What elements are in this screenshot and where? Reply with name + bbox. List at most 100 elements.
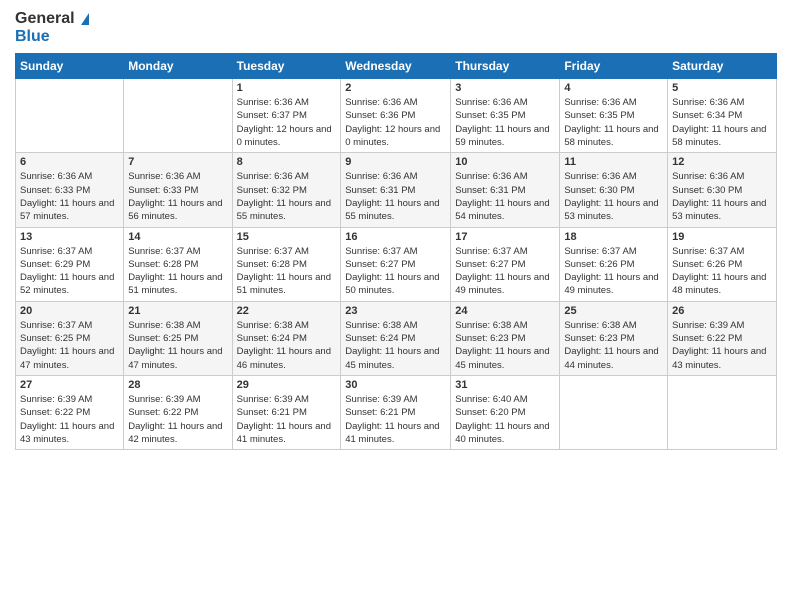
weekday-header: Wednesday xyxy=(341,54,451,79)
weekday-header: Thursday xyxy=(451,54,560,79)
day-info: Sunrise: 6:36 AMSunset: 6:31 PMDaylight:… xyxy=(345,170,446,223)
header-row: SundayMondayTuesdayWednesdayThursdayFrid… xyxy=(16,54,777,79)
day-info: Sunrise: 6:37 AMSunset: 6:27 PMDaylight:… xyxy=(455,245,555,298)
day-cell: 30 Sunrise: 6:39 AMSunset: 6:21 PMDayligh… xyxy=(341,375,451,449)
day-number: 18 xyxy=(564,231,663,243)
day-number: 30 xyxy=(345,379,446,391)
day-cell: 12 Sunrise: 6:36 AMSunset: 6:30 PMDayligh… xyxy=(668,153,777,227)
week-row: 6 Sunrise: 6:36 AMSunset: 6:33 PMDaylight… xyxy=(16,153,777,227)
day-cell: 2Sunrise: 6:36 AMSunset: 6:36 PMDaylight… xyxy=(341,79,451,153)
day-info: Sunrise: 6:36 AMSunset: 6:35 PMDaylight:… xyxy=(564,96,663,149)
week-row: 1 Sunrise: 6:36 AMSunset: 6:37 PMDaylight… xyxy=(16,79,777,153)
day-cell: 24Sunrise: 6:38 AMSunset: 6:23 PMDayligh… xyxy=(451,301,560,375)
day-info: Sunrise: 6:39 AMSunset: 6:22 PMDaylight:… xyxy=(128,393,227,446)
day-info: Sunrise: 6:36 AMSunset: 6:31 PMDaylight:… xyxy=(455,170,555,223)
day-cell: 3Sunrise: 6:36 AMSunset: 6:35 PMDaylight… xyxy=(451,79,560,153)
day-cell: 9 Sunrise: 6:36 AMSunset: 6:31 PMDaylight… xyxy=(341,153,451,227)
day-number: 5 xyxy=(672,82,772,94)
day-cell: 8 Sunrise: 6:36 AMSunset: 6:32 PMDaylight… xyxy=(232,153,341,227)
day-number: 25 xyxy=(564,305,663,317)
day-info: Sunrise: 6:36 AMSunset: 6:34 PMDaylight:… xyxy=(672,96,772,149)
day-cell xyxy=(560,375,668,449)
day-info: Sunrise: 6:36 AMSunset: 6:32 PMDaylight:… xyxy=(237,170,337,223)
day-number: 19 xyxy=(672,231,772,243)
calendar-table: SundayMondayTuesdayWednesdayThursdayFrid… xyxy=(15,53,777,450)
weekday-header: Saturday xyxy=(668,54,777,79)
day-number: 29 xyxy=(237,379,337,391)
day-number: 20 xyxy=(20,305,119,317)
day-number: 4 xyxy=(564,82,663,94)
day-cell: 26 Sunrise: 6:39 AMSunset: 6:22 PMDayligh… xyxy=(668,301,777,375)
day-info: Sunrise: 6:37 AMSunset: 6:29 PMDaylight:… xyxy=(20,245,119,298)
day-info: Sunrise: 6:38 AMSunset: 6:23 PMDaylight:… xyxy=(564,319,663,372)
day-number: 23 xyxy=(345,305,446,317)
day-cell: 11Sunrise: 6:36 AMSunset: 6:30 PMDayligh… xyxy=(560,153,668,227)
day-info: Sunrise: 6:38 AMSunset: 6:25 PMDaylight:… xyxy=(128,319,227,372)
day-number: 2 xyxy=(345,82,446,94)
day-number: 15 xyxy=(237,231,337,243)
day-info: Sunrise: 6:38 AMSunset: 6:24 PMDaylight:… xyxy=(237,319,337,372)
logo-text: General Blue xyxy=(15,10,89,45)
day-cell: 10Sunrise: 6:36 AMSunset: 6:31 PMDayligh… xyxy=(451,153,560,227)
day-info: Sunrise: 6:37 AMSunset: 6:28 PMDaylight:… xyxy=(237,245,337,298)
day-cell: 14 Sunrise: 6:37 AMSunset: 6:28 PMDayligh… xyxy=(124,227,232,301)
day-info: Sunrise: 6:38 AMSunset: 6:24 PMDaylight:… xyxy=(345,319,446,372)
day-cell: 21Sunrise: 6:38 AMSunset: 6:25 PMDayligh… xyxy=(124,301,232,375)
day-info: Sunrise: 6:39 AMSunset: 6:22 PMDaylight:… xyxy=(20,393,119,446)
day-number: 28 xyxy=(128,379,227,391)
week-row: 20 Sunrise: 6:37 AMSunset: 6:25 PMDayligh… xyxy=(16,301,777,375)
day-number: 13 xyxy=(20,231,119,243)
day-info: Sunrise: 6:36 AMSunset: 6:30 PMDaylight:… xyxy=(672,170,772,223)
header: General Blue xyxy=(15,10,777,45)
day-info: Sunrise: 6:39 AMSunset: 6:22 PMDaylight:… xyxy=(672,319,772,372)
day-info: Sunrise: 6:37 AMSunset: 6:25 PMDaylight:… xyxy=(20,319,119,372)
calendar-page: General Blue SundayMondayTuesdayWednesda… xyxy=(0,0,792,612)
day-number: 24 xyxy=(455,305,555,317)
day-cell xyxy=(668,375,777,449)
day-number: 12 xyxy=(672,156,772,168)
weekday-header: Sunday xyxy=(16,54,124,79)
day-number: 8 xyxy=(237,156,337,168)
day-info: Sunrise: 6:36 AMSunset: 6:33 PMDaylight:… xyxy=(128,170,227,223)
day-cell: 5 Sunrise: 6:36 AMSunset: 6:34 PMDaylight… xyxy=(668,79,777,153)
day-info: Sunrise: 6:37 AMSunset: 6:27 PMDaylight:… xyxy=(345,245,446,298)
day-number: 14 xyxy=(128,231,227,243)
day-cell: 18 Sunrise: 6:37 AMSunset: 6:26 PMDayligh… xyxy=(560,227,668,301)
day-cell: 29 Sunrise: 6:39 AMSunset: 6:21 PMDayligh… xyxy=(232,375,341,449)
day-number: 16 xyxy=(345,231,446,243)
day-info: Sunrise: 6:39 AMSunset: 6:21 PMDaylight:… xyxy=(345,393,446,446)
day-cell xyxy=(16,79,124,153)
day-cell: 28 Sunrise: 6:39 AMSunset: 6:22 PMDayligh… xyxy=(124,375,232,449)
weekday-header: Friday xyxy=(560,54,668,79)
day-number: 6 xyxy=(20,156,119,168)
day-cell: 31 Sunrise: 6:40 AMSunset: 6:20 PMDayligh… xyxy=(451,375,560,449)
day-number: 27 xyxy=(20,379,119,391)
day-info: Sunrise: 6:37 AMSunset: 6:26 PMDaylight:… xyxy=(564,245,663,298)
day-info: Sunrise: 6:39 AMSunset: 6:21 PMDaylight:… xyxy=(237,393,337,446)
day-info: Sunrise: 6:36 AMSunset: 6:30 PMDaylight:… xyxy=(564,170,663,223)
day-number: 1 xyxy=(237,82,337,94)
day-info: Sunrise: 6:36 AMSunset: 6:33 PMDaylight:… xyxy=(20,170,119,223)
day-cell: 4 Sunrise: 6:36 AMSunset: 6:35 PMDaylight… xyxy=(560,79,668,153)
day-cell xyxy=(124,79,232,153)
day-info: Sunrise: 6:37 AMSunset: 6:28 PMDaylight:… xyxy=(128,245,227,298)
day-number: 9 xyxy=(345,156,446,168)
day-info: Sunrise: 6:37 AMSunset: 6:26 PMDaylight:… xyxy=(672,245,772,298)
day-number: 26 xyxy=(672,305,772,317)
day-number: 31 xyxy=(455,379,555,391)
day-cell: 16 Sunrise: 6:37 AMSunset: 6:27 PMDayligh… xyxy=(341,227,451,301)
weekday-header: Tuesday xyxy=(232,54,341,79)
logo: General Blue xyxy=(15,10,89,45)
day-info: Sunrise: 6:40 AMSunset: 6:20 PMDaylight:… xyxy=(455,393,555,446)
week-row: 13 Sunrise: 6:37 AMSunset: 6:29 PMDayligh… xyxy=(16,227,777,301)
day-number: 22 xyxy=(237,305,337,317)
day-cell: 20 Sunrise: 6:37 AMSunset: 6:25 PMDayligh… xyxy=(16,301,124,375)
day-info: Sunrise: 6:36 AMSunset: 6:37 PMDaylight:… xyxy=(237,96,337,149)
day-cell: 23 Sunrise: 6:38 AMSunset: 6:24 PMDayligh… xyxy=(341,301,451,375)
day-number: 3 xyxy=(455,82,555,94)
day-cell: 22 Sunrise: 6:38 AMSunset: 6:24 PMDayligh… xyxy=(232,301,341,375)
weekday-header: Monday xyxy=(124,54,232,79)
day-cell: 1 Sunrise: 6:36 AMSunset: 6:37 PMDaylight… xyxy=(232,79,341,153)
day-cell: 19 Sunrise: 6:37 AMSunset: 6:26 PMDayligh… xyxy=(668,227,777,301)
day-cell: 7Sunrise: 6:36 AMSunset: 6:33 PMDaylight… xyxy=(124,153,232,227)
